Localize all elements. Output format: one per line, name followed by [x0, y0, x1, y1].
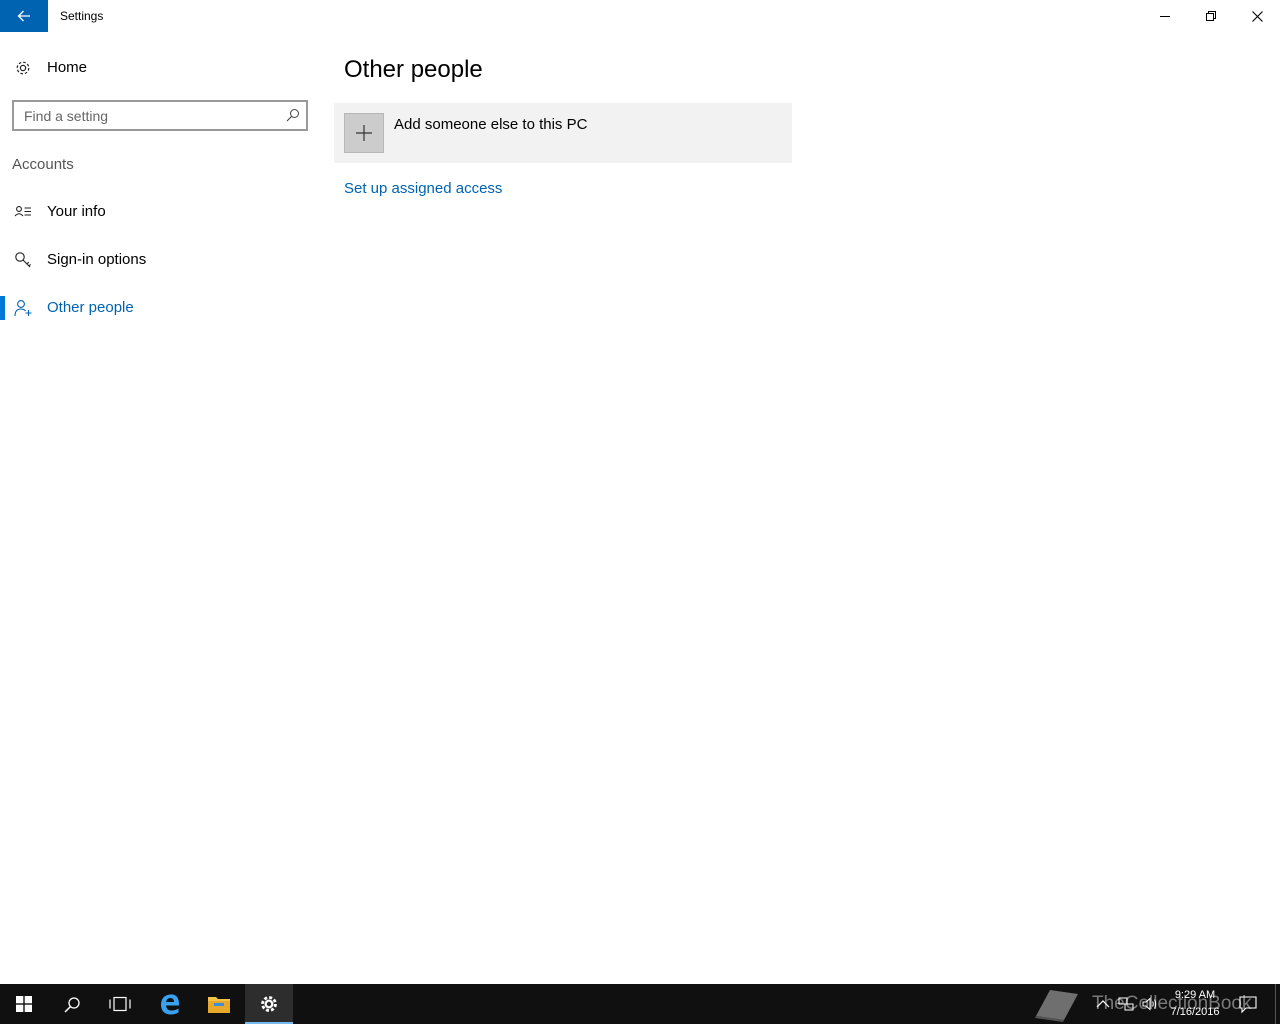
sidebar-item-other-people[interactable]: Other people [0, 288, 320, 328]
gear-icon [261, 996, 277, 1012]
clock-date: 7/16/2016 [1170, 1006, 1220, 1018]
task-view-button[interactable] [96, 984, 144, 1024]
clock-time: 9:29 AM [1174, 989, 1216, 1001]
sidebar: Home Accounts Your info Sign-in option [0, 32, 320, 984]
assigned-access-link[interactable]: Set up assigned access [344, 180, 502, 197]
section-label-accounts: Accounts [12, 156, 74, 173]
folder-icon [208, 997, 230, 1013]
sidebar-item-sign-in-options[interactable]: Sign-in options [0, 240, 320, 280]
add-someone-label: Add someone else to this PC [394, 116, 588, 133]
close-button[interactable] [1234, 0, 1280, 32]
page-title: Other people [344, 56, 483, 83]
windows-logo-icon [16, 996, 32, 1012]
close-icon [1251, 10, 1263, 22]
search-taskbar-button[interactable] [48, 984, 96, 1024]
volume-icon[interactable] [1142, 996, 1158, 1012]
person-add-icon [14, 300, 32, 317]
search-icon[interactable] [286, 108, 300, 122]
settings-window: Settings Home Find a setting Accounts Yo… [0, 0, 1280, 1024]
chevron-up-icon[interactable] [1095, 996, 1111, 1012]
restore-button[interactable] [1188, 0, 1234, 32]
sidebar-item-home[interactable]: Home [0, 48, 320, 88]
sidebar-item-your-info[interactable]: Your info [0, 192, 320, 232]
minimize-button[interactable] [1142, 0, 1188, 32]
edge-browser-icon [161, 994, 180, 1015]
edge-browser-button[interactable] [146, 984, 194, 1024]
window-title: Settings [60, 9, 104, 23]
plus-tile [344, 113, 384, 153]
search-icon [63, 996, 80, 1013]
home-label: Home [47, 59, 88, 76]
back-arrow-icon [17, 10, 30, 22]
restore-icon [1206, 11, 1216, 21]
show-desktop-button[interactable] [1275, 984, 1280, 1024]
search-input[interactable] [14, 102, 274, 129]
selection-indicator [0, 296, 5, 320]
plus-icon [356, 125, 372, 141]
search-box [12, 100, 308, 131]
title-bar: Settings [0, 0, 1280, 32]
minimize-icon [1160, 16, 1170, 17]
book-icon [1035, 990, 1078, 1022]
gear-icon [16, 61, 30, 75]
key-icon [15, 252, 31, 268]
system-clock[interactable]: 9:29 AM 7/16/2016 [1160, 987, 1230, 1021]
action-center-icon[interactable] [1238, 994, 1258, 1014]
main-content: Other people Add someone else to this PC… [334, 32, 1280, 984]
file-explorer-button[interactable] [195, 984, 243, 1024]
start-button[interactable] [0, 984, 48, 1024]
task-view-icon [109, 996, 131, 1012]
network-icon[interactable] [1118, 996, 1134, 1012]
sidebar-item-label: Other people [47, 299, 134, 316]
add-someone-button[interactable]: Add someone else to this PC [334, 103, 792, 163]
sidebar-item-label: Your info [47, 203, 106, 220]
contact-card-icon [14, 206, 31, 217]
sidebar-item-label: Sign-in options [47, 251, 147, 268]
settings-taskbar-button[interactable] [245, 984, 293, 1024]
taskbar: TheCollectionBook 9:29 AM 7/16/2016 [0, 984, 1280, 1024]
back-button[interactable] [0, 0, 48, 32]
